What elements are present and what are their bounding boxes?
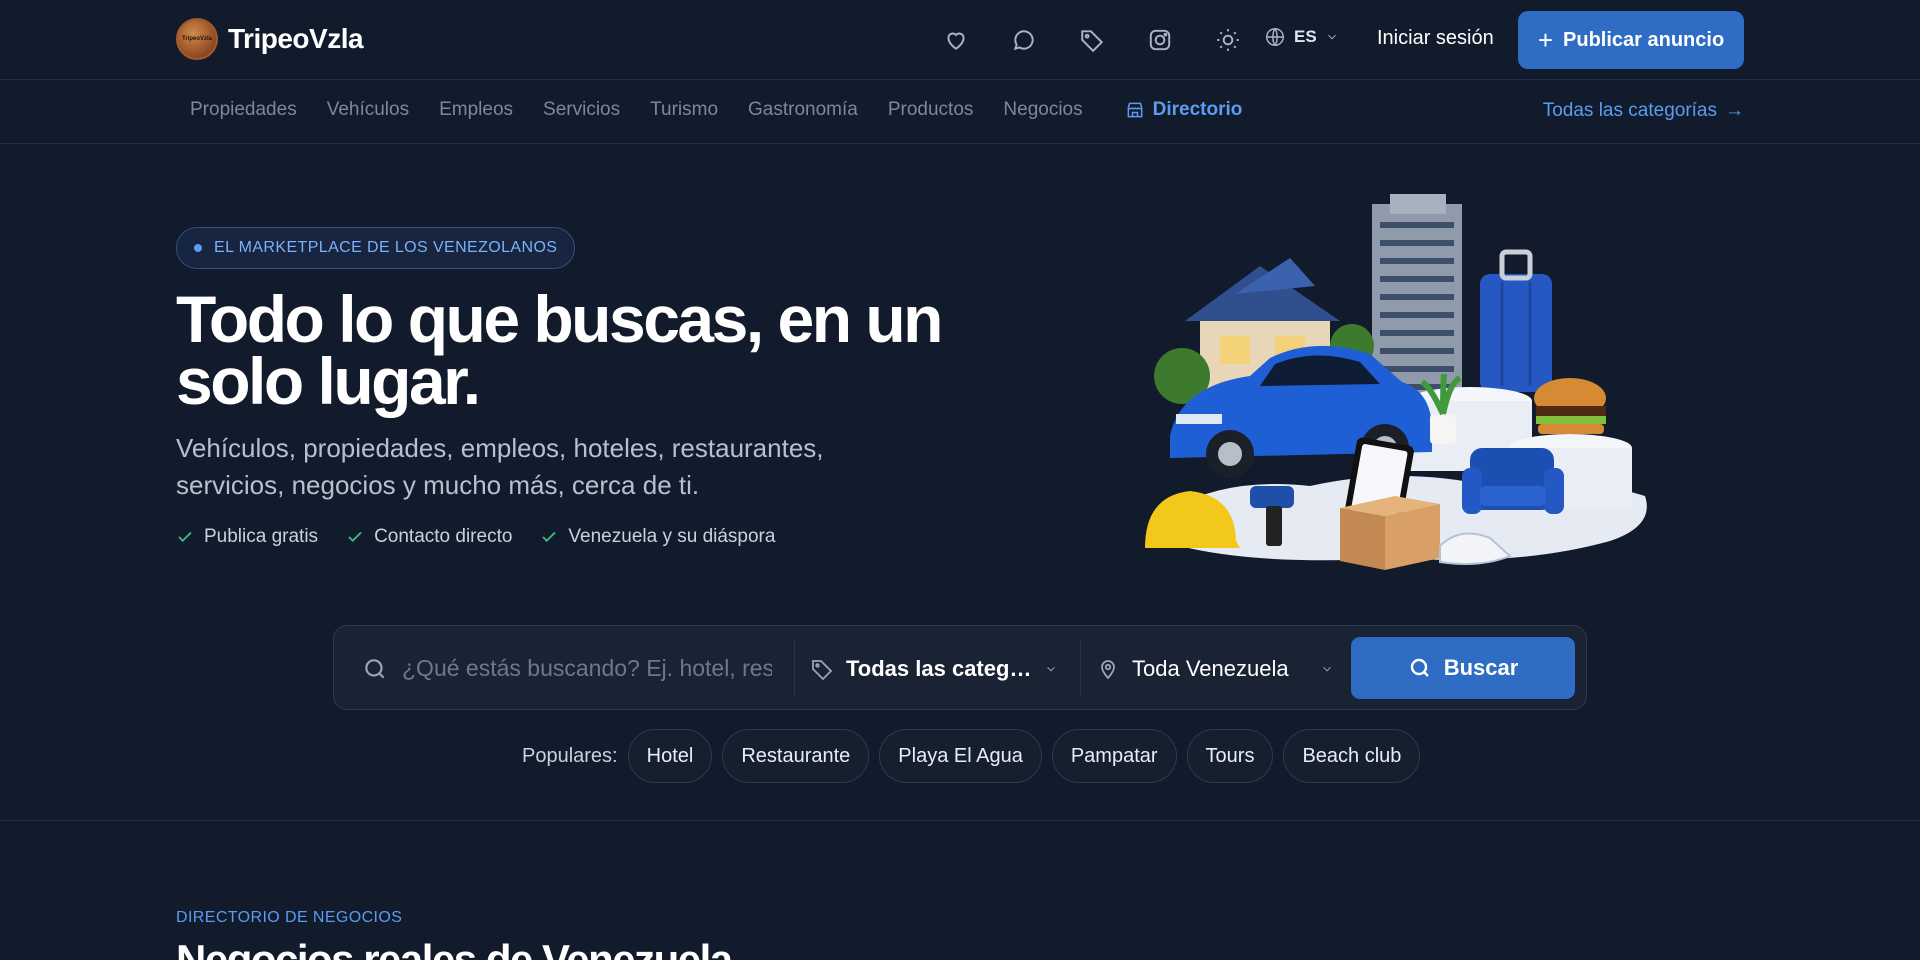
all-categories-link[interactable]: Todas las categorías → — [1543, 100, 1744, 122]
category-vehiculos[interactable]: Vehículos — [327, 99, 409, 121]
feature-item: Venezuela y su diáspora — [540, 526, 775, 548]
hero-subtitle: Vehículos, propiedades, empleos, hoteles… — [176, 433, 824, 500]
box-illustration — [1340, 496, 1440, 570]
search-button-label: Buscar — [1443, 655, 1519, 680]
feature-item: Contacto directo — [346, 526, 512, 548]
check-icon — [178, 531, 192, 543]
badge-dot-icon — [194, 244, 202, 252]
all-categories-label: Todas las categorías — [1542, 100, 1717, 121]
search-icon — [365, 658, 385, 678]
category-nav: Propiedades Vehículos Empleos Servicios … — [0, 81, 1920, 144]
arrow-right-icon: → — [1725, 100, 1744, 121]
feature-item: Publica gratis — [176, 526, 318, 548]
category-directorio[interactable]: Directorio — [1125, 99, 1243, 121]
search-bar: Todas las categorías Toda Venezuela Busc… — [333, 625, 1587, 710]
brand-name: TripeoVzla — [228, 23, 364, 54]
brand-logo-text: TripeoVzla — [181, 36, 212, 42]
offers-button[interactable] — [1076, 24, 1108, 56]
store-icon — [1127, 102, 1143, 118]
chevron-down-icon — [1327, 34, 1336, 40]
search-divider — [1080, 640, 1081, 697]
instagram-icon — [1149, 29, 1171, 51]
chevron-down-icon — [1047, 666, 1055, 672]
category-propiedades[interactable]: Propiedades — [190, 99, 297, 121]
directory-title: Negocios reales de Venezuela — [176, 936, 733, 960]
hero-title: Todo lo que buscas, en un solo lugar. — [176, 282, 943, 418]
tag-icon — [1081, 30, 1104, 53]
feature-label: Venezuela y su diáspora — [568, 526, 776, 547]
favorites-button[interactable] — [940, 24, 972, 56]
feature-label: Publica gratis — [204, 526, 319, 547]
brand-link[interactable]: TripeoVzla TripeoVzla — [176, 18, 364, 60]
feature-label: Contacto directo — [374, 526, 513, 547]
popular-searches: Populares: Hotel Restaurante Playa El Ag… — [522, 729, 1421, 783]
hero-badge: EL MARKETPLACE DE LOS VENEZOLANOS — [176, 227, 576, 269]
chat-icon — [1013, 30, 1034, 51]
drill-illustration — [1250, 486, 1294, 508]
category-servicios[interactable]: Servicios — [543, 99, 620, 121]
category-select[interactable]: Todas las categorías — [810, 626, 1060, 711]
plus-icon: + — [1537, 25, 1554, 55]
popular-chip[interactable]: Pampatar — [1051, 729, 1177, 783]
check-icon — [348, 531, 362, 543]
category-directorio-label: Directorio — [1152, 99, 1243, 120]
tag-icon — [812, 659, 833, 680]
location-select[interactable]: Toda Venezuela — [1096, 626, 1336, 711]
location-select-value: Toda Venezuela — [1132, 655, 1289, 681]
login-link[interactable]: Iniciar sesión — [1377, 27, 1494, 50]
language-code: ES — [1294, 27, 1317, 46]
globe-icon — [1266, 28, 1284, 46]
check-icon — [542, 531, 557, 543]
theme-toggle-button[interactable] — [1212, 24, 1244, 56]
brand-logo: TripeoVzla — [176, 18, 218, 60]
search-input[interactable] — [402, 655, 772, 682]
armchair-illustration — [1462, 448, 1564, 514]
popular-chip[interactable]: Tours — [1186, 729, 1274, 783]
instagram-button[interactable] — [1144, 24, 1176, 56]
heart-icon — [947, 32, 965, 50]
category-negocios[interactable]: Negocios — [1003, 99, 1082, 121]
language-selector[interactable]: ES — [1264, 26, 1339, 48]
hero-badge-text: EL MARKETPLACE DE LOS VENEZOLANOS — [214, 239, 558, 256]
category-turismo[interactable]: Turismo — [650, 99, 718, 121]
chevron-down-icon — [1323, 666, 1331, 672]
header-icons — [940, 24, 1280, 56]
section-divider — [0, 820, 1920, 821]
popular-chip[interactable]: Beach club — [1283, 729, 1421, 783]
category-select-value: Todas las categorías — [846, 655, 1032, 681]
popular-chip[interactable]: Hotel — [627, 729, 713, 783]
directory-kicker: DIRECTORIO DE NEGOCIOS — [176, 909, 403, 926]
top-bar: TripeoVzla TripeoVzla ES Iniciar sesión … — [0, 0, 1920, 80]
map-pin-icon — [1101, 659, 1115, 679]
sun-icon — [1217, 29, 1239, 51]
search-divider — [794, 640, 795, 697]
search-icon — [1410, 658, 1429, 677]
category-productos[interactable]: Productos — [888, 99, 974, 121]
search-button[interactable]: Buscar — [1351, 637, 1575, 699]
hero-features: Publica gratis Contacto directo Venezuel… — [176, 526, 775, 548]
popular-label: Populares: — [522, 744, 618, 767]
messages-button[interactable] — [1008, 24, 1040, 56]
suitcase-illustration — [1480, 249, 1552, 392]
category-gastronomia[interactable]: Gastronomía — [748, 99, 858, 121]
popular-chip[interactable]: Restaurante — [722, 729, 870, 783]
publish-ad-button[interactable]: + Publicar anuncio — [1518, 11, 1744, 69]
publish-ad-label: Publicar anuncio — [1563, 28, 1725, 51]
popular-chip[interactable]: Playa El Agua — [879, 729, 1042, 783]
hero-illustration — [1145, 194, 1647, 570]
category-empleos[interactable]: Empleos — [439, 99, 513, 121]
